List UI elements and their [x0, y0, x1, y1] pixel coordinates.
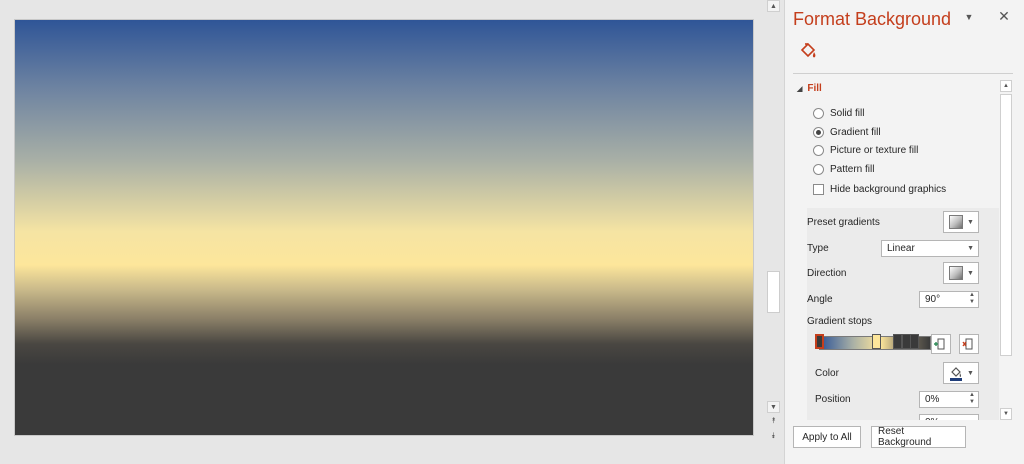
gradient-swatch-icon	[949, 215, 963, 229]
picture-fill-option[interactable]: Picture or texture fill	[813, 145, 918, 156]
scroll-up-button[interactable]: ▲	[767, 0, 780, 12]
slide-vertical-scrollbar[interactable]: ▲ ▼ ⯭ ⯯	[766, 0, 781, 446]
previous-slide-icon[interactable]: ⯭	[767, 415, 780, 427]
gradient-stop-selected[interactable]	[815, 334, 824, 349]
type-select[interactable]: Linear ▼	[881, 240, 979, 257]
position-label: Position	[815, 394, 851, 405]
add-gradient-stop-icon[interactable]	[931, 334, 951, 354]
chevron-down-icon: ▼	[967, 218, 974, 226]
angle-input[interactable]: 90° ▲ ▼	[919, 291, 979, 308]
preset-gradients-label: Preset gradients	[807, 217, 880, 228]
chevron-down-icon: ▼	[967, 369, 974, 377]
transparency-input[interactable]: 0%	[919, 414, 979, 420]
radio-button[interactable]	[813, 164, 824, 175]
radio-button[interactable]	[813, 145, 824, 156]
option-label: Hide background graphics	[830, 184, 947, 195]
checkbox[interactable]	[813, 184, 824, 195]
chevron-down-icon[interactable]: ▼	[963, 12, 975, 24]
collapse-triangle-icon: ◢	[797, 85, 803, 93]
type-value: Linear	[887, 243, 915, 254]
slide-canvas-area	[0, 0, 766, 464]
gradient-stop[interactable]	[910, 334, 919, 349]
direction-label: Direction	[807, 268, 847, 279]
hide-background-graphics-option[interactable]: Hide background graphics	[813, 184, 946, 195]
fill-section-header[interactable]: ◢ Fill	[797, 83, 822, 94]
apply-to-all-button[interactable]: Apply to All	[793, 426, 861, 448]
scroll-down-button[interactable]: ▼	[767, 401, 780, 413]
position-input[interactable]: 0% ▲ ▼	[919, 391, 979, 408]
fill-color-icon	[950, 367, 962, 381]
remove-gradient-stop-icon[interactable]	[959, 334, 979, 354]
fill-section-label: Fill	[807, 83, 822, 94]
transparency-value: 0%	[925, 417, 939, 420]
solid-fill-option[interactable]: Solid fill	[813, 108, 864, 119]
option-label: Solid fill	[830, 108, 865, 119]
scroll-down-button[interactable]: ▼	[1000, 408, 1012, 420]
paint-bucket-icon[interactable]	[795, 38, 821, 64]
next-slide-icon[interactable]: ⯯	[767, 430, 780, 442]
color-label: Color	[815, 368, 839, 379]
scroll-thumb[interactable]	[1000, 94, 1012, 356]
scroll-up-button[interactable]: ▲	[1000, 80, 1012, 92]
gradient-stop[interactable]	[893, 334, 902, 349]
direction-dropdown[interactable]: ▼	[943, 262, 979, 284]
gradient-stops-label: Gradient stops	[807, 316, 873, 327]
direction-swatch-icon	[949, 266, 963, 280]
angle-value: 90°	[925, 294, 941, 305]
status-strip	[0, 446, 784, 464]
gradient-fill-option[interactable]: Gradient fill	[813, 127, 881, 138]
spin-arrows-icon[interactable]: ▲ ▼	[968, 392, 976, 407]
pane-body: ◢ Fill Solid fill Gradient fill Picture …	[793, 80, 1001, 420]
angle-label: Angle	[807, 294, 833, 305]
position-value: 0%	[925, 394, 940, 405]
format-background-pane: Format Background ▼ ✕ ◢ Fill Solid fill …	[784, 0, 1024, 464]
chevron-down-icon: ▼	[967, 245, 974, 252]
color-picker-button[interactable]: ▼	[943, 362, 979, 384]
option-label: Pattern fill	[830, 164, 875, 175]
option-label: Gradient fill	[830, 127, 881, 138]
type-label: Type	[807, 243, 829, 254]
tab-divider	[793, 73, 1013, 74]
option-label: Picture or texture fill	[830, 145, 919, 156]
radio-button[interactable]	[813, 108, 824, 119]
scroll-thumb[interactable]	[767, 271, 780, 313]
reset-background-button[interactable]: Reset Background	[871, 426, 966, 448]
pane-title: Format Background	[793, 9, 952, 29]
pattern-fill-option[interactable]: Pattern fill	[813, 164, 874, 175]
spin-arrows-icon[interactable]: ▲ ▼	[968, 292, 976, 307]
radio-button[interactable]	[813, 127, 824, 138]
preset-gradients-dropdown[interactable]: ▼	[943, 211, 979, 233]
pane-scrollbar[interactable]: ▲ ▼	[999, 80, 1013, 420]
close-icon[interactable]: ✕	[997, 8, 1011, 24]
gradient-stop[interactable]	[872, 334, 881, 349]
chevron-down-icon: ▼	[967, 269, 974, 277]
pane-footer: Apply to All Reset Background	[785, 422, 1024, 464]
slide-preview[interactable]	[14, 19, 754, 436]
